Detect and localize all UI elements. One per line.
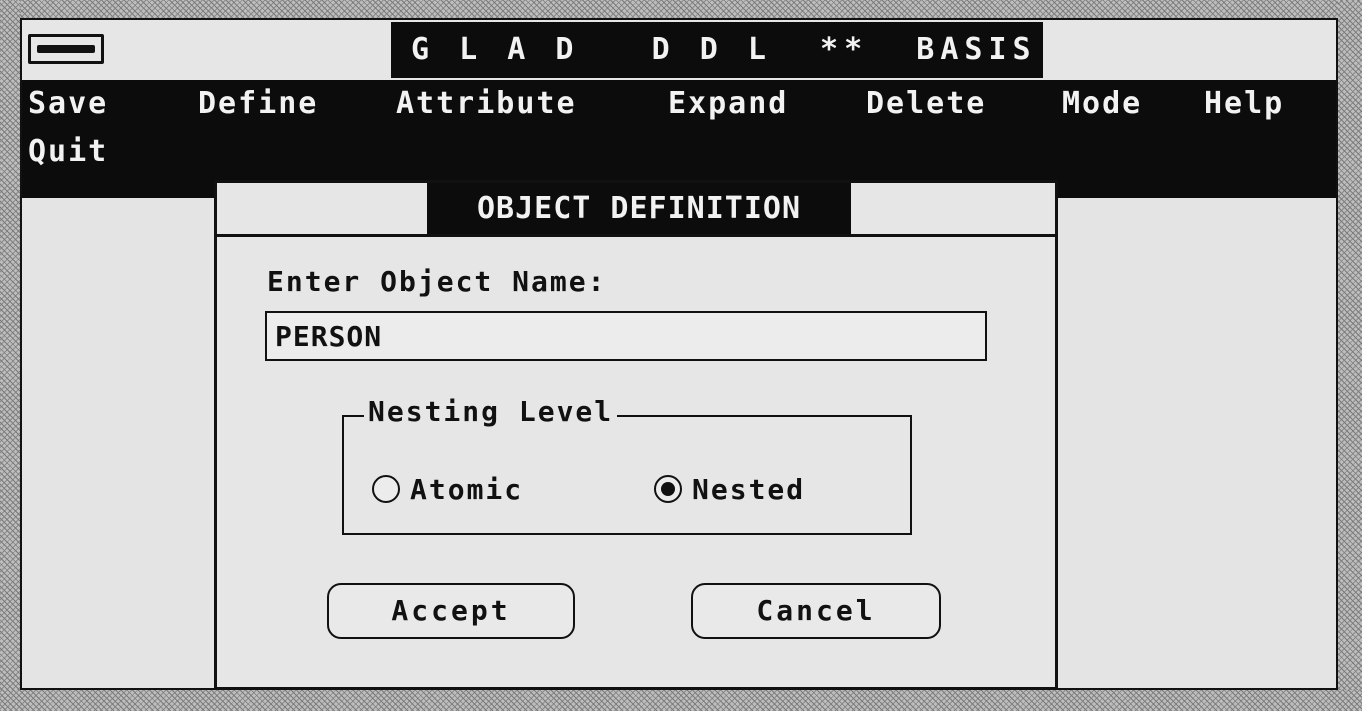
screen: G L A D D D L ** BASIS Save Define Attri… <box>0 0 1362 711</box>
menu-attribute[interactable]: Attribute <box>396 84 577 124</box>
menu-save[interactable]: Save <box>28 84 108 124</box>
cancel-button[interactable]: Cancel <box>691 583 941 639</box>
radio-checked-icon <box>654 475 682 503</box>
nesting-level-legend: Nesting Level <box>364 395 618 428</box>
main-window: G L A D D D L ** BASIS Save Define Attri… <box>20 18 1338 690</box>
radio-nested[interactable]: Nested <box>654 469 805 509</box>
radio-atomic[interactable]: Atomic <box>372 469 523 509</box>
desktop-border-right <box>1338 0 1362 711</box>
menu-quit[interactable]: Quit <box>28 132 108 172</box>
object-name-input[interactable] <box>265 311 987 361</box>
dialog-title: OBJECT DEFINITION <box>427 183 851 234</box>
window-title: G L A D D D L ** BASIS <box>391 22 1043 78</box>
desktop-border-bottom <box>0 690 1362 711</box>
system-menu-icon[interactable] <box>28 34 104 64</box>
object-name-label: Enter Object Name: <box>267 265 607 298</box>
system-menu-bar <box>37 45 95 53</box>
accept-button[interactable]: Accept <box>327 583 575 639</box>
radio-nested-label: Nested <box>692 472 806 506</box>
menu-help[interactable]: Help <box>1204 84 1284 124</box>
menu-mode[interactable]: Mode <box>1062 84 1142 124</box>
nesting-level-group: Nesting Level Atomic Nested <box>342 395 912 535</box>
radio-unchecked-icon <box>372 475 400 503</box>
title-bar: G L A D D D L ** BASIS <box>22 20 1336 82</box>
menu-delete[interactable]: Delete <box>866 84 986 124</box>
desktop-border-top <box>0 0 1362 18</box>
menu-define[interactable]: Define <box>198 84 318 124</box>
menu-expand[interactable]: Expand <box>668 84 788 124</box>
desktop-border-left <box>0 0 20 711</box>
radio-atomic-label: Atomic <box>410 472 524 506</box>
object-definition-dialog: OBJECT DEFINITION Enter Object Name: Nes… <box>214 180 1058 690</box>
dialog-title-bar: OBJECT DEFINITION <box>217 183 1055 237</box>
